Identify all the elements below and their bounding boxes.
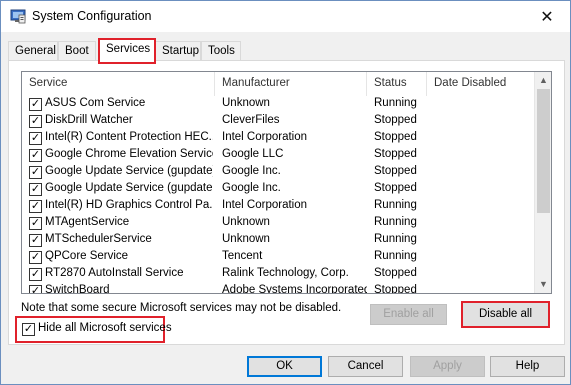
scroll-down-icon[interactable]: ▼ <box>535 276 551 293</box>
disable-all-button[interactable]: Disable all <box>461 301 550 328</box>
close-icon[interactable]: ✕ <box>524 1 570 32</box>
ok-button[interactable]: OK <box>247 356 322 377</box>
manufacturer-cell: CleverFiles <box>222 114 280 126</box>
manufacturer-cell: Unknown <box>222 216 270 228</box>
scroll-up-icon[interactable]: ▲ <box>535 72 551 89</box>
tab-general[interactable]: General <box>8 41 58 61</box>
table-row[interactable]: ✓ Google Chrome Elevation Service Google L… <box>22 147 534 164</box>
table-row[interactable]: ✓ Google Update Service (gupdatem) Google … <box>22 181 534 198</box>
status-cell: Stopped <box>374 131 417 143</box>
service-checkbox[interactable]: ✓ <box>29 183 42 196</box>
vertical-scrollbar[interactable]: ▲ ▼ <box>534 72 551 293</box>
status-cell: Running <box>374 97 417 109</box>
service-checkbox[interactable]: ✓ <box>29 251 42 264</box>
list-header: Service Manufacturer Status Date Disable… <box>22 72 534 96</box>
table-row[interactable]: ✓ Intel(R) Content Protection HEC... Intel… <box>22 130 534 147</box>
tab-startup[interactable]: Startup <box>155 41 201 61</box>
service-checkbox[interactable]: ✓ <box>29 132 42 145</box>
hide-microsoft-services-check[interactable]: ✓ <box>22 323 35 336</box>
service-name-cell: DiskDrill Watcher <box>45 114 133 126</box>
service-checkbox[interactable]: ✓ <box>29 268 42 281</box>
status-cell: Stopped <box>374 284 417 294</box>
manufacturer-cell: Unknown <box>222 97 270 109</box>
table-row[interactable]: ✓ ASUS Com Service Unknown Running <box>22 96 534 113</box>
service-checkbox[interactable]: ✓ <box>29 285 42 293</box>
table-row[interactable]: ✓ MTSchedulerService Unknown Running <box>22 232 534 249</box>
service-checkbox[interactable]: ✓ <box>29 200 42 213</box>
title-bar[interactable]: System Configuration ✕ <box>1 1 570 32</box>
window-title: System Configuration <box>32 9 152 23</box>
service-checkbox[interactable]: ✓ <box>29 98 42 111</box>
apply-button[interactable]: Apply <box>410 356 485 377</box>
service-name-cell: Google Update Service (gupdate) <box>45 165 213 177</box>
service-checkbox[interactable]: ✓ <box>29 149 42 162</box>
column-header-date-disabled[interactable]: Date Disabled <box>427 72 534 96</box>
tab-services[interactable]: Services <box>98 38 156 64</box>
service-name-cell: Intel(R) HD Graphics Control Pa... <box>45 199 213 211</box>
manufacturer-cell: Intel Corporation <box>222 199 308 211</box>
table-row[interactable]: ✓ RT2870 AutoInstall Service Ralink Techno… <box>22 266 534 283</box>
service-name-cell: QPCore Service <box>45 250 129 262</box>
system-configuration-window: System Configuration ✕ General Boot Serv… <box>0 0 571 385</box>
cancel-button[interactable]: Cancel <box>328 356 403 377</box>
tab-tools[interactable]: Tools <box>201 41 241 61</box>
service-name-cell: ASUS Com Service <box>45 97 146 109</box>
manufacturer-cell: Unknown <box>222 233 270 245</box>
service-name-cell: RT2870 AutoInstall Service <box>45 267 184 279</box>
hide-microsoft-services-checkbox[interactable]: ✓ Hide all Microsoft services <box>15 316 172 343</box>
service-checkbox[interactable]: ✓ <box>29 217 42 230</box>
secure-services-note: Note that some secure Microsoft services… <box>21 302 342 314</box>
tab-boot[interactable]: Boot <box>58 41 96 61</box>
table-row[interactable]: ✓ QPCore Service Tencent Running <box>22 249 534 266</box>
service-checkbox[interactable]: ✓ <box>29 166 42 179</box>
manufacturer-cell: Intel Corporation <box>222 131 308 143</box>
msconfig-app-icon <box>10 9 26 24</box>
enable-all-button[interactable]: Enable all <box>370 304 447 325</box>
scrollbar-thumb[interactable] <box>537 89 550 213</box>
services-list[interactable]: Service Manufacturer Status Date Disable… <box>21 71 552 294</box>
manufacturer-cell: Tencent <box>222 250 263 262</box>
service-name-cell: SwitchBoard <box>45 284 110 294</box>
hide-microsoft-services-label: Hide all Microsoft services <box>38 322 172 334</box>
service-name-cell: MTSchedulerService <box>45 233 152 245</box>
service-name-cell: MTAgentService <box>45 216 130 228</box>
service-name-cell: Intel(R) Content Protection HEC... <box>45 131 213 143</box>
service-name-cell: Google Chrome Elevation Service <box>45 148 213 160</box>
status-cell: Running <box>374 233 417 245</box>
table-row[interactable]: ✓ Intel(R) HD Graphics Control Pa... Intel… <box>22 198 534 215</box>
status-cell: Running <box>374 250 417 262</box>
manufacturer-cell: Google Inc. <box>222 165 281 177</box>
status-cell: Stopped <box>374 114 417 126</box>
service-name-cell: Google Update Service (gupdatem) <box>45 182 213 194</box>
status-cell: Stopped <box>374 182 417 194</box>
status-cell: Stopped <box>374 148 417 160</box>
column-header-service[interactable]: Service <box>22 72 215 96</box>
table-row[interactable]: ✓ Google Update Service (gupdate) Google I… <box>22 164 534 181</box>
column-header-manufacturer[interactable]: Manufacturer <box>215 72 367 96</box>
manufacturer-cell: Adobe Systems Incorporated <box>222 284 367 294</box>
manufacturer-cell: Ralink Technology, Corp. <box>222 267 349 279</box>
status-cell: Running <box>374 216 417 228</box>
status-cell: Stopped <box>374 267 417 279</box>
help-button[interactable]: Help <box>490 356 565 377</box>
table-row[interactable]: ✓ SwitchBoard Adobe Systems Incorporated St… <box>22 283 534 294</box>
services-panel: Service Manufacturer Status Date Disable… <box>8 60 565 345</box>
manufacturer-cell: Google Inc. <box>222 182 281 194</box>
table-row[interactable]: ✓ MTAgentService Unknown Running <box>22 215 534 232</box>
status-cell: Running <box>374 199 417 211</box>
status-cell: Stopped <box>374 165 417 177</box>
column-header-status[interactable]: Status <box>367 72 427 96</box>
manufacturer-cell: Google LLC <box>222 148 284 160</box>
service-rows: ✓ ASUS Com Service Unknown Running ✓ DiskDril… <box>22 96 534 294</box>
service-checkbox[interactable]: ✓ <box>29 234 42 247</box>
table-row[interactable]: ✓ DiskDrill Watcher CleverFiles Stopped <box>22 113 534 130</box>
service-checkbox[interactable]: ✓ <box>29 115 42 128</box>
